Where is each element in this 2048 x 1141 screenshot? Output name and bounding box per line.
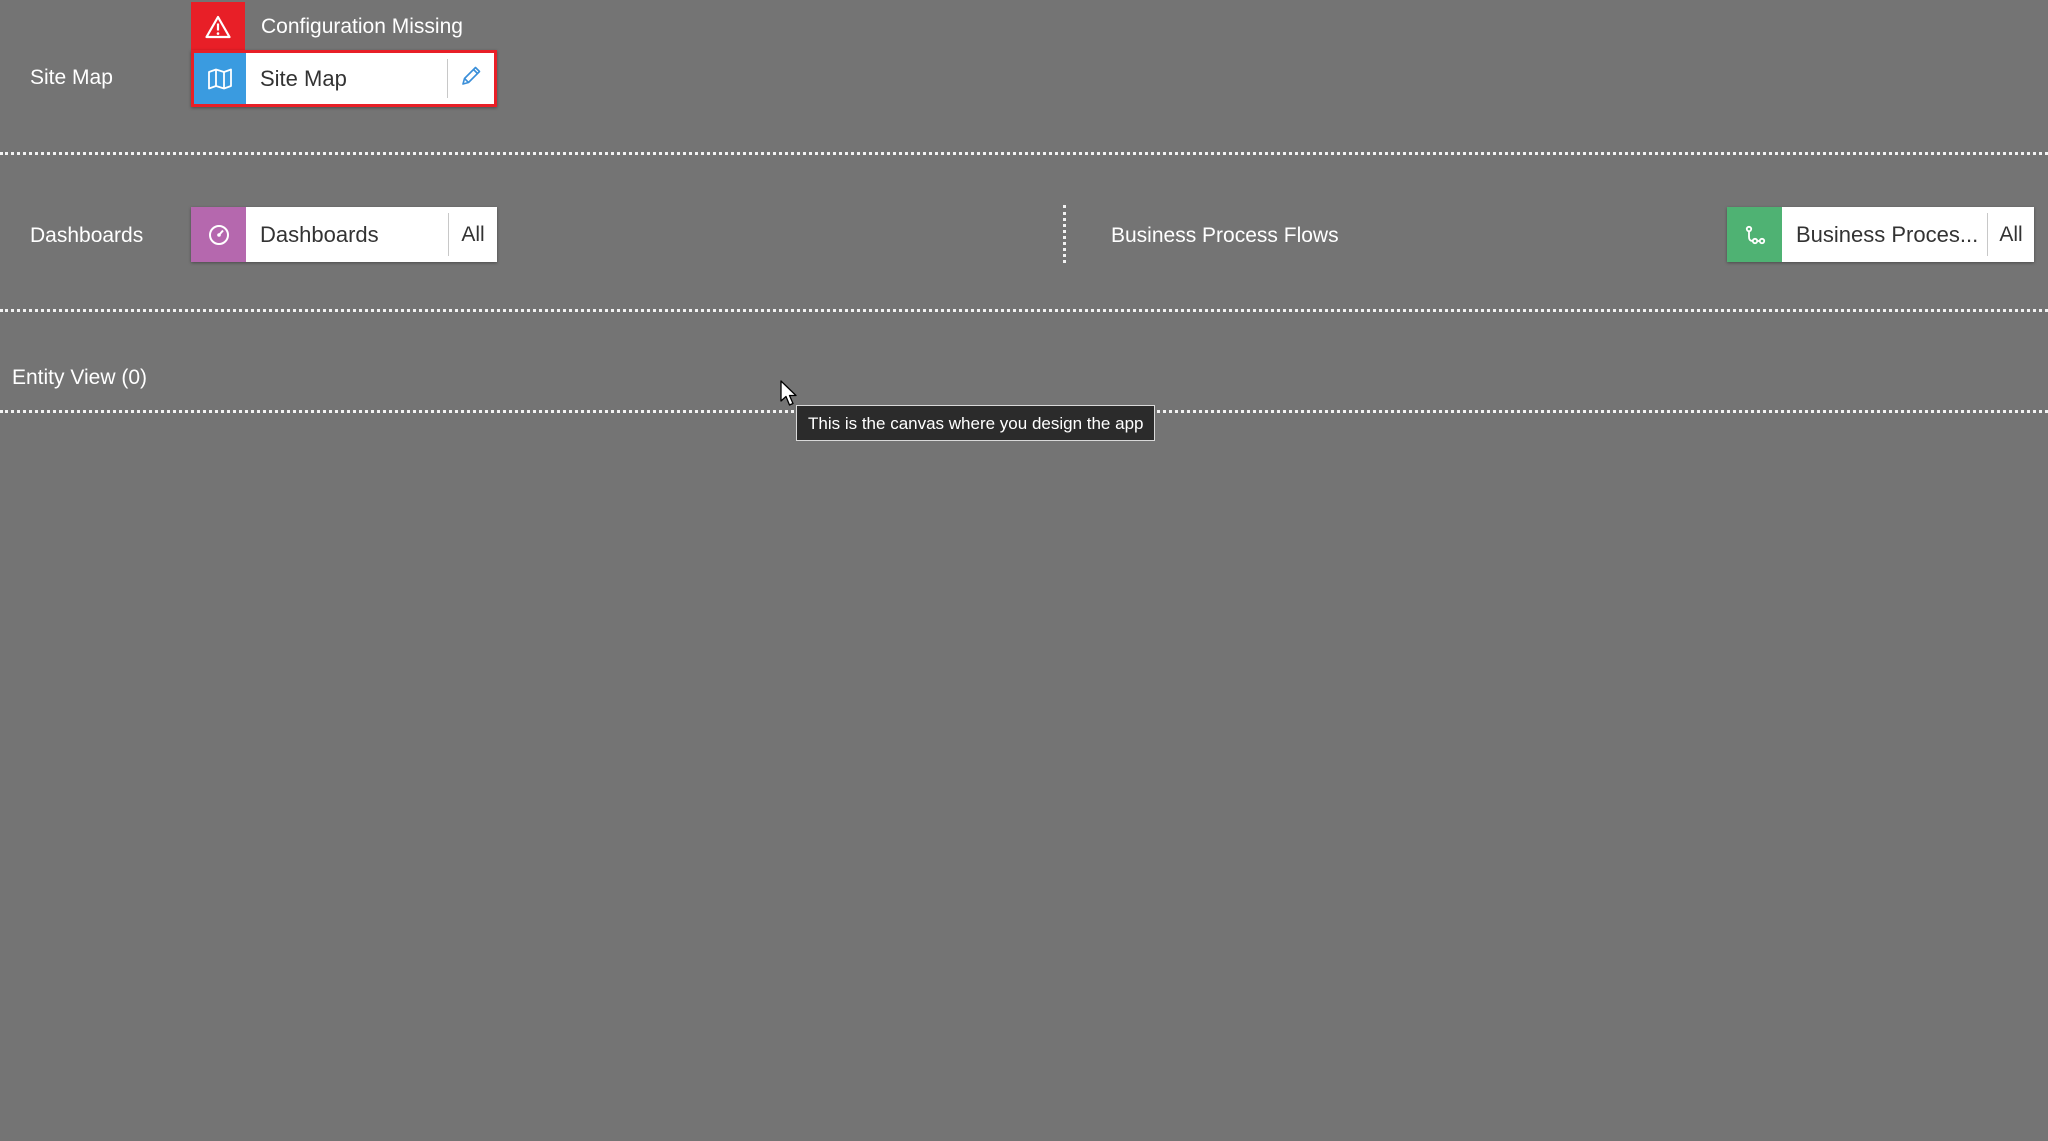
entity-view-label: Entity View (0) xyxy=(12,366,147,389)
business-process-flows-all-button[interactable]: All xyxy=(1988,207,2034,262)
dashboards-tile-name: Dashboards xyxy=(260,221,379,247)
canvas-tooltip: This is the canvas where you design the … xyxy=(796,405,1156,441)
configuration-missing-text: Configuration Missing xyxy=(261,15,463,38)
pencil-icon xyxy=(459,64,483,94)
site-map-tile[interactable]: Site Map xyxy=(191,50,497,107)
edit-site-map-button[interactable] xyxy=(448,53,494,104)
process-flow-icon xyxy=(1727,207,1782,262)
business-process-flows-tile-name: Business Proces... xyxy=(1796,221,1979,247)
map-icon xyxy=(194,53,246,104)
business-process-flows-tile[interactable]: Business Proces... All xyxy=(1727,207,2034,262)
business-process-flows-row-label: Business Process Flows xyxy=(1111,224,1339,247)
site-map-row-label: Site Map xyxy=(30,66,113,89)
dashboards-tile[interactable]: Dashboards All xyxy=(191,207,497,262)
dashboards-row-label: Dashboards xyxy=(30,224,144,247)
configuration-missing-warning: Configuration Missing xyxy=(191,2,463,52)
warning-triangle-icon xyxy=(191,2,245,52)
section-divider xyxy=(0,309,2048,312)
dashboard-gauge-icon xyxy=(191,207,246,262)
section-divider xyxy=(0,152,2048,155)
dashboards-all-button[interactable]: All xyxy=(449,207,497,262)
site-map-tile-name: Site Map xyxy=(260,65,347,91)
vertical-divider xyxy=(1063,205,1066,263)
